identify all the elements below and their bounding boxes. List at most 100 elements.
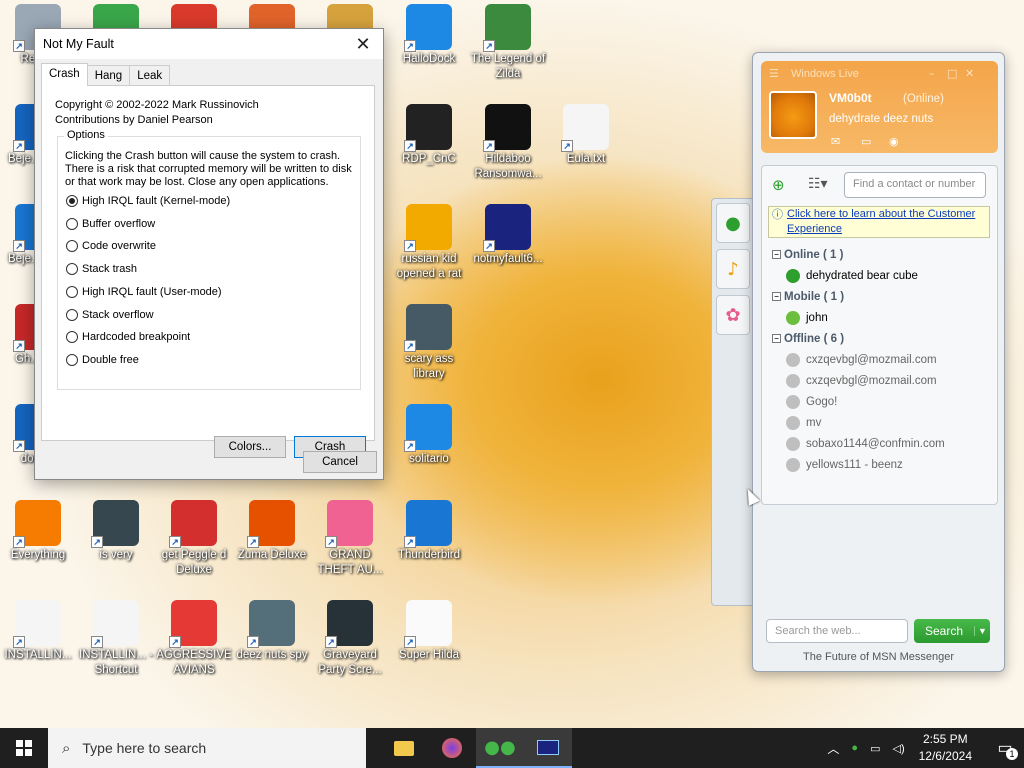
cancel-button[interactable]: Cancel [303, 451, 377, 473]
app-icon: ↗ [247, 600, 295, 648]
radio-button-icon[interactable] [66, 285, 78, 298]
desktop-icon-label: INSTALLIN... [4, 649, 72, 661]
option-radio[interactable]: Stack overflow [66, 308, 154, 321]
option-radio[interactable]: High IRQL fault (User-mode) [66, 285, 222, 298]
desktop-icon[interactable]: ↗ INSTALLIN... - Shortcut [78, 600, 154, 678]
desktop-icon[interactable]: ↗ Zuma Deluxe [234, 500, 310, 563]
notification-center-icon[interactable]: ▭ 1 [986, 728, 1024, 768]
messenger-side-tabs: ● ♪ ✿ [711, 198, 753, 606]
option-radio[interactable]: Code overwrite [66, 240, 156, 253]
option-radio[interactable]: Stack trash [66, 263, 137, 276]
desktop-icon[interactable]: ↗ is very [78, 500, 154, 563]
contact-group-header[interactable]: − Mobile ( 1 ) [772, 286, 992, 307]
desktop-icon[interactable]: ↗ deez nuts spy [234, 600, 310, 663]
firefox-icon[interactable] [428, 728, 476, 768]
radio-button-icon[interactable] [66, 195, 78, 207]
radio-button-icon[interactable] [66, 217, 78, 230]
crash-tab-pane: Copyright © 2002-2022 Mark Russinovich C… [41, 85, 375, 458]
chevron-down-icon[interactable]: ▼ [974, 626, 990, 636]
personal-message[interactable]: dehydrate deez nuts [829, 113, 933, 125]
desktop-icon[interactable]: ↗ Everything [0, 500, 76, 563]
option-label: Stack overflow [82, 308, 154, 321]
option-label: Code overwrite [82, 240, 156, 253]
add-contact-icon[interactable]: ⊕ [772, 176, 785, 194]
view-options-icon[interactable]: ☷▾ [808, 176, 828, 192]
desktop-icon[interactable]: ↗ RDP_CnC [391, 104, 467, 167]
close-icon[interactable]: ✕ [343, 29, 383, 59]
desktop-icon[interactable]: ↗ AGGRESSIVE AVIANS [156, 600, 232, 678]
contact-item[interactable]: mv [772, 412, 992, 433]
menu-icon[interactable]: ☰ [769, 67, 779, 80]
collapse-icon[interactable]: − [772, 292, 781, 301]
web-search-input[interactable]: Search the web... [766, 619, 908, 643]
desktop-icon[interactable]: ↗ notmyfault6... [470, 204, 546, 267]
find-contact-input[interactable]: Find a contact or number [844, 172, 986, 198]
desktop-icon[interactable]: ↗ Hildaboo Ransomwa... [470, 104, 546, 182]
shortcut-arrow-icon: ↗ [404, 40, 416, 52]
contact-status-icon [786, 268, 800, 283]
taskbar-search[interactable]: ⌕ Type here to search [48, 728, 366, 768]
status-text[interactable]: (Online) [903, 93, 944, 105]
file-explorer-icon[interactable] [380, 728, 428, 768]
globe-icon[interactable]: ◉ [889, 135, 899, 148]
messenger-tray-icon[interactable]: ● [851, 742, 858, 754]
option-radio[interactable]: Double free [66, 353, 139, 366]
notmyfault-titlebar[interactable]: Not My Fault ✕ [35, 29, 383, 59]
maximize-icon[interactable]: □ [947, 67, 957, 80]
volume-icon[interactable]: ◁) [892, 742, 904, 755]
contact-item[interactable]: john [772, 307, 992, 328]
desktop-icon[interactable]: ↗ Super Hilda [391, 600, 467, 663]
minimize-icon[interactable]: – [929, 67, 935, 80]
search-button[interactable]: Search ▼ [914, 619, 990, 643]
radio-button-icon[interactable] [66, 331, 78, 344]
app-icon: ↗ [404, 4, 452, 52]
close-icon[interactable]: ✕ [965, 67, 974, 80]
contact-item[interactable]: cxzqevbgl@mozmail.com [772, 349, 992, 370]
contact-group-header[interactable]: − Offline ( 6 ) [772, 328, 992, 349]
desktop-icon[interactable]: ↗ russian kid opened a rat [391, 204, 467, 282]
colors-button[interactable]: Colors... [214, 436, 286, 458]
customer-experience-link[interactable]: Click here to learn about the Customer E… [787, 208, 975, 235]
avatar[interactable] [769, 91, 817, 139]
notmyfault-taskbar-icon[interactable] [524, 728, 572, 768]
radio-button-icon[interactable] [66, 308, 78, 321]
contact-item[interactable]: sobaxo1144@confmin.com [772, 433, 992, 454]
tab-crash[interactable]: Crash [41, 63, 88, 86]
shortcut-arrow-icon: ↗ [169, 636, 181, 648]
contacts-tab-icon[interactable]: ● [716, 203, 750, 243]
option-radio[interactable]: Buffer overflow [66, 217, 155, 230]
contact-item[interactable]: dehydrated bear cube [772, 265, 992, 286]
contact-item[interactable]: Gogo! [772, 391, 992, 412]
contact-item[interactable]: yellows111 - beenz [772, 454, 992, 475]
shortcut-arrow-icon: ↗ [404, 140, 416, 152]
desktop-icon[interactable]: ↗ INSTALLIN... [0, 600, 76, 663]
radio-button-icon[interactable] [66, 240, 78, 253]
option-radio[interactable]: High IRQL fault (Kernel-mode) [66, 195, 230, 207]
desktop-icon[interactable]: ↗ HalloDock [391, 4, 467, 67]
network-icon[interactable]: ▭ [870, 742, 880, 755]
username[interactable]: VM0b0t [829, 91, 872, 105]
mail-icon[interactable]: ✉ [831, 135, 840, 148]
desktop-icon[interactable]: ↗ Graveyard Party Scre... [312, 600, 388, 678]
desktop-icon[interactable]: ↗ get Peggle d Deluxe [156, 500, 232, 578]
contact-item[interactable]: cxzqevbgl@mozmail.com [772, 370, 992, 391]
desktop-icon[interactable]: ↗ Thunderbird [391, 500, 467, 563]
desktop-icon[interactable]: ↗ solitario [391, 404, 467, 467]
desktop-icon[interactable]: ↗ GRAND THEFT AU... [312, 500, 388, 578]
radio-button-icon[interactable] [66, 263, 78, 276]
desktop-icon[interactable]: ↗ Eula.txt [548, 104, 624, 167]
contact-group-header[interactable]: − Online ( 1 ) [772, 244, 992, 265]
option-radio[interactable]: Hardcoded breakpoint [66, 331, 190, 344]
bell-icon[interactable]: ♪ [716, 249, 750, 289]
desktop-icon[interactable]: ↗ scary ass library [391, 304, 467, 382]
desktop-icon[interactable]: ↗ The Legend of Zilda [470, 4, 546, 82]
collapse-icon[interactable]: − [772, 334, 781, 343]
start-button[interactable] [0, 728, 48, 768]
messenger-taskbar-icon[interactable]: ●● [476, 728, 524, 768]
folder-icon[interactable]: ▭ [861, 135, 871, 148]
games-tab-icon[interactable]: ✿ [716, 295, 750, 335]
chevron-up-icon[interactable]: ︿ [827, 740, 839, 757]
clock[interactable]: 2:55 PM 12/6/2024 [919, 731, 972, 765]
radio-button-icon[interactable] [66, 353, 78, 366]
collapse-icon[interactable]: − [772, 250, 781, 259]
